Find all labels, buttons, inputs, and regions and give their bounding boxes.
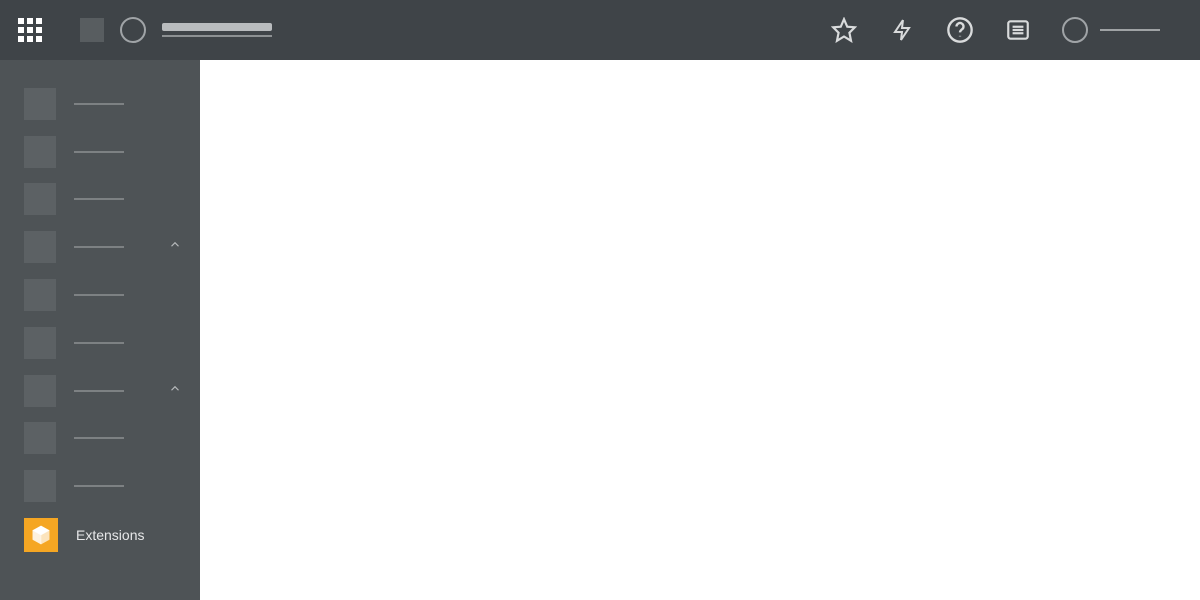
top-bar: [0, 0, 1200, 60]
sidebar-item-icon: [24, 183, 56, 215]
sidebar-item-label: [74, 103, 124, 105]
user-name-placeholder: [1100, 29, 1160, 31]
sidebar-extensions-button[interactable]: Extensions: [0, 510, 200, 560]
sidebar-item-7[interactable]: [0, 414, 200, 462]
main-canvas[interactable]: [200, 60, 1200, 600]
user-menu[interactable]: [1062, 17, 1160, 43]
sidebar-item-2[interactable]: [0, 176, 200, 224]
sidebar-item-icon: [24, 279, 56, 311]
sidebar-item-4[interactable]: [0, 271, 200, 319]
apps-grid-icon: [18, 18, 42, 42]
sidebar-item-label: [74, 294, 124, 296]
extensions-box-icon: [24, 518, 58, 552]
list-panel-icon[interactable]: [1004, 16, 1032, 44]
project-avatar-icon: [120, 17, 146, 43]
sidebar-item-6[interactable]: [0, 367, 200, 415]
apps-launcher-button[interactable]: [0, 0, 60, 60]
sidebar-item-label: [74, 151, 124, 153]
project-subtitle-placeholder: [162, 35, 272, 37]
sidebar-item-label: [74, 246, 124, 248]
sidebar-item-icon: [24, 375, 56, 407]
sidebar-item-icon: [24, 422, 56, 454]
sidebar-item-1[interactable]: [0, 128, 200, 176]
bolt-icon[interactable]: [888, 16, 916, 44]
project-square-icon: [80, 18, 104, 42]
sidebar-item-label: [74, 342, 124, 344]
sidebar-item-5[interactable]: [0, 319, 200, 367]
star-icon[interactable]: [830, 16, 858, 44]
chevron-up-icon: [168, 238, 182, 257]
topbar-right-group: [830, 16, 1200, 44]
chevron-up-icon: [168, 381, 182, 400]
project-title-text: [162, 23, 272, 37]
sidebar-item-label: [74, 437, 124, 439]
sidebar-item-3[interactable]: [0, 223, 200, 271]
sidebar-item-8[interactable]: [0, 462, 200, 510]
sidebar-item-icon: [24, 231, 56, 263]
sidebar-item-icon: [24, 470, 56, 502]
project-title-placeholder: [162, 23, 272, 31]
sidebar-item-icon: [24, 136, 56, 168]
sidebar-item-icon: [24, 88, 56, 120]
extensions-label: Extensions: [76, 527, 144, 543]
project-title-group[interactable]: [80, 0, 272, 60]
sidebar-item-label: [74, 390, 124, 392]
user-avatar-icon: [1062, 17, 1088, 43]
help-icon[interactable]: [946, 16, 974, 44]
sidebar: Extensions: [0, 60, 200, 600]
sidebar-item-icon: [24, 327, 56, 359]
sidebar-item-label: [74, 485, 124, 487]
sidebar-item-label: [74, 198, 124, 200]
sidebar-item-0[interactable]: [0, 80, 200, 128]
